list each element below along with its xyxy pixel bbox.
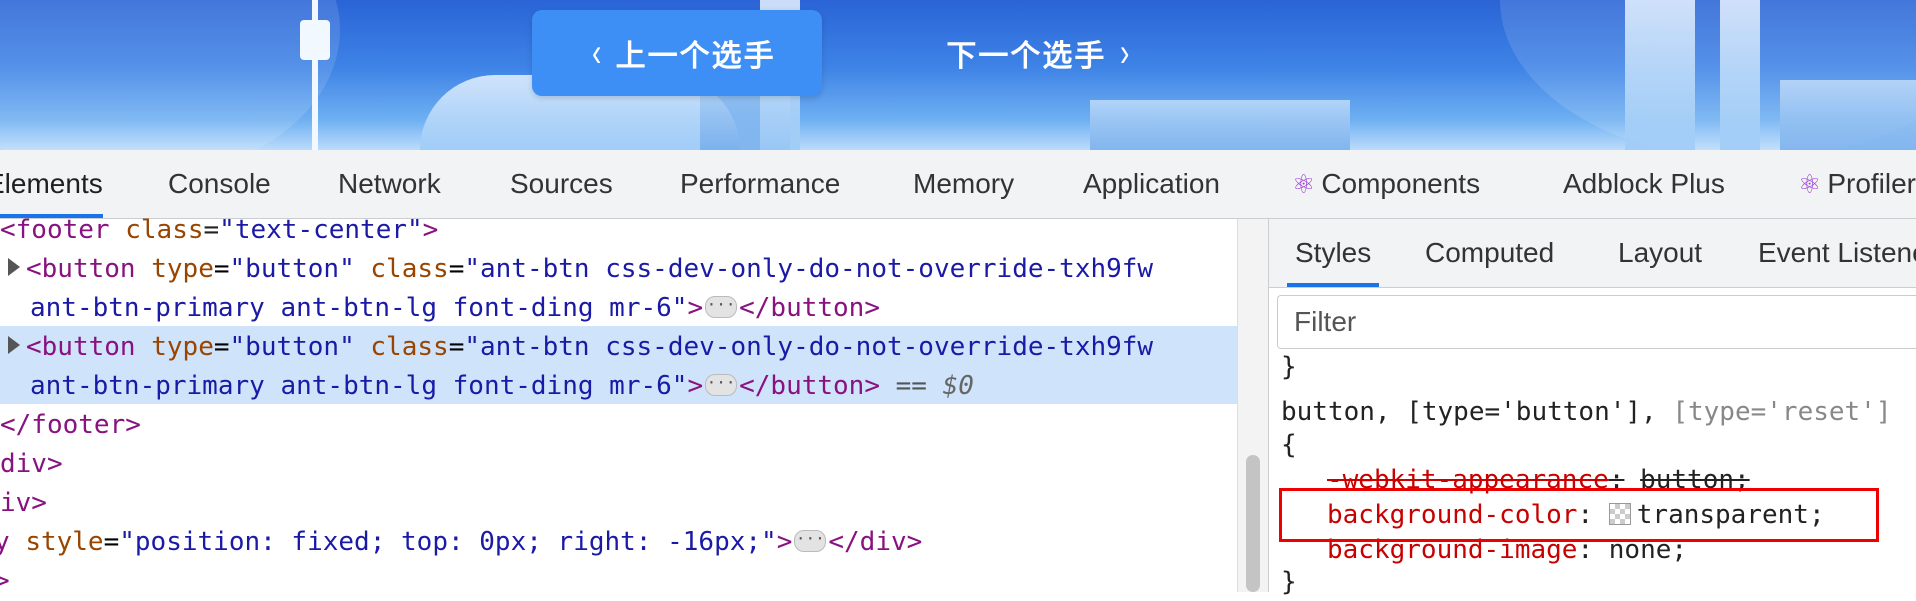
dom-line-button-1[interactable]: <button type="button" class="ant-btn css… <box>8 250 1153 289</box>
ellipsis-icon[interactable]: ··· <box>794 529 827 552</box>
styles-filter-input[interactable]: Filter <box>1277 295 1916 349</box>
dom-line-button-2-cont[interactable]: ant-btn-primary ant-btn-lg font-ding mr-… <box>30 367 974 406</box>
tab-elements[interactable]: Elements <box>0 150 103 218</box>
tab-sources[interactable]: Sources <box>510 150 613 218</box>
react-icon: ⚛ <box>1292 169 1316 199</box>
ellipsis-icon[interactable]: ··· <box>705 295 738 318</box>
rule-selector[interactable]: button, [type='button'], [type='reset'] <box>1281 394 1892 430</box>
elements-scrollbar[interactable] <box>1237 219 1268 592</box>
building-decoration <box>1720 0 1760 150</box>
highlight-annotation-box <box>1279 488 1879 542</box>
next-player-label: 下一个选手 <box>946 40 1107 73</box>
dom-line-button-1-cont[interactable]: ant-btn-primary ant-btn-lg font-ding mr-… <box>30 289 880 328</box>
rule-close-brace: } <box>1281 567 1297 597</box>
styles-subtab-bar: Styles Computed Layout Event Listeners <box>1269 219 1916 288</box>
building-decoration <box>1090 100 1350 150</box>
rule-open-brace: { <box>1281 430 1297 460</box>
tower-decoration <box>300 20 330 60</box>
previous-player-button[interactable]: ‹ 上一个选手 <box>532 10 822 96</box>
filter-placeholder: Filter <box>1294 306 1357 337</box>
tab-application[interactable]: Application <box>1083 150 1220 218</box>
tab-performance[interactable]: Performance <box>680 150 840 218</box>
expand-triangle-icon[interactable] <box>8 335 20 354</box>
dom-line-button-2[interactable]: <button type="button" class="ant-btn css… <box>8 328 1153 367</box>
building-decoration <box>1625 0 1695 150</box>
next-player-button[interactable]: 下一个选手 › <box>900 10 1190 96</box>
page-banner: ‹ 上一个选手 下一个选手 › <box>0 0 1916 150</box>
subtab-event-listeners[interactable]: Event Listeners <box>1758 219 1916 287</box>
styles-pane: Styles Computed Layout Event Listeners F… <box>1268 219 1916 597</box>
tab-adblock-plus[interactable]: Adblock Plus <box>1563 150 1725 218</box>
tab-memory[interactable]: Memory <box>913 150 1014 218</box>
tab-profiler[interactable]: ⚛ Profiler <box>1798 150 1916 218</box>
building-decoration <box>1780 80 1916 150</box>
devtools-tab-bar: Elements Console Network Sources Perform… <box>0 150 1916 219</box>
react-icon: ⚛ <box>1798 169 1822 199</box>
dom-line-partial[interactable]: > <box>0 562 10 601</box>
dom-line-fixed-div[interactable]: y style="position: fixed; top: 0px; righ… <box>0 523 922 562</box>
previous-player-label: 上一个选手 <box>615 40 776 73</box>
tab-network[interactable]: Network <box>338 150 441 218</box>
subtab-layout[interactable]: Layout <box>1618 219 1702 287</box>
dom-line-div-close-2[interactable]: iv> <box>0 484 47 523</box>
prev-rule-close-brace: } <box>1281 352 1297 382</box>
elements-dom-tree: <footer class="text-center"> <button typ… <box>0 215 1237 596</box>
ellipsis-icon[interactable]: ··· <box>705 373 738 396</box>
dom-line-div-close[interactable]: div> <box>0 445 63 484</box>
tab-console[interactable]: Console <box>168 150 271 218</box>
selected-node-marker: $0 <box>942 371 974 401</box>
dom-line-footer-close[interactable]: </footer> <box>0 406 141 445</box>
tab-components[interactable]: ⚛ Components <box>1292 150 1480 218</box>
expand-triangle-icon[interactable] <box>8 257 20 276</box>
elements-scrollbar-thumb[interactable] <box>1246 455 1260 592</box>
banner-decoration <box>0 0 340 150</box>
dom-line-footer-open[interactable]: <footer class="text-center"> <box>0 211 438 250</box>
chevron-right-icon: › <box>1120 31 1130 75</box>
chevron-left-icon: ‹ <box>592 31 602 75</box>
subtab-computed[interactable]: Computed <box>1425 219 1554 287</box>
subtab-styles[interactable]: Styles <box>1286 219 1380 287</box>
